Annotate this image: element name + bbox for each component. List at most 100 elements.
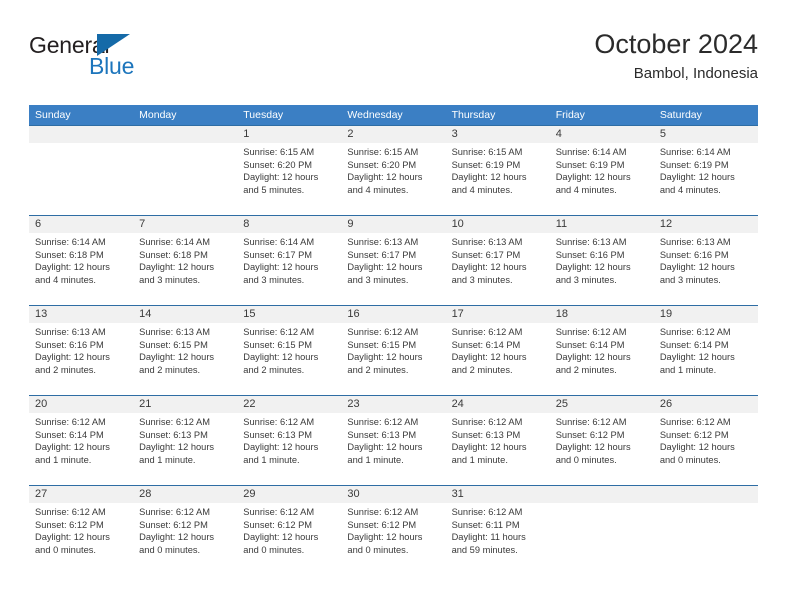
day-number-band: 21: [133, 396, 238, 413]
day-cell[interactable]: 6 Sunrise: 6:14 AM Sunset: 6:18 PM Daylight…: [29, 215, 134, 305]
day-number: 31: [451, 488, 464, 500]
day-cell[interactable]: 8 Sunrise: 6:14 AM Sunset: 6:17 PM Daylight…: [237, 215, 342, 305]
day-cell[interactable]: 27 Sunrise: 6:12 AM Sunset: 6:12 PM Dayligh…: [29, 485, 134, 575]
daylight-text-line2: and 4 minutes.: [555, 184, 617, 195]
day-cell[interactable]: 26 Sunrise: 6:12 AM Sunset: 6:12 PM Dayligh…: [653, 395, 758, 485]
day-cell[interactable]: 30 Sunrise: 6:12 AM Sunset: 6:12 PM Dayligh…: [341, 485, 446, 575]
calendar-week-row: 20 Sunrise: 6:12 AM Sunset: 6:14 PM Dayligh…: [29, 395, 758, 485]
day-cell[interactable]: 11 Sunrise: 6:13 AM Sunset: 6:16 PM Dayligh…: [549, 215, 654, 305]
daylight-text-line1: Daylight: 12 hours: [347, 532, 423, 543]
day-cell[interactable]: 21 Sunrise: 6:12 AM Sunset: 6:13 PM Dayligh…: [133, 395, 238, 485]
day-number: 27: [35, 488, 48, 500]
day-cell[interactable]: 25 Sunrise: 6:12 AM Sunset: 6:12 PM Dayligh…: [549, 395, 654, 485]
day-number-band: 2: [341, 126, 446, 143]
daylight-text-line1: Daylight: 11 hours: [451, 532, 526, 543]
sunset-text: Sunset: 6:14 PM: [659, 339, 729, 350]
sunrise-text: Sunrise: 6:14 AM: [35, 237, 106, 247]
day-number: 26: [659, 398, 673, 410]
page-subtitle: Bambol, Indonesia: [633, 65, 758, 82]
day-number-band: 23: [341, 396, 446, 413]
sunrise-text: Sunrise: 6:12 AM: [347, 327, 419, 337]
day-cell[interactable]: 9 Sunrise: 6:13 AM Sunset: 6:17 PM Daylight…: [341, 215, 446, 305]
day-cell[interactable]: 12 Sunrise: 6:13 AM Sunset: 6:16 PM Dayligh…: [653, 215, 758, 305]
day-cell[interactable]: 18 Sunrise: 6:12 AM Sunset: 6:14 PM Dayligh…: [549, 305, 654, 395]
day-number: 9: [347, 218, 354, 230]
day-number: 5: [659, 128, 666, 140]
day-cell[interactable]: 10 Sunrise: 6:13 AM Sunset: 6:17 PM Dayligh…: [445, 215, 550, 305]
day-cell[interactable]: 31 Sunrise: 6:12 AM Sunset: 6:11 PM Dayligh…: [445, 485, 550, 575]
day-number: 12: [659, 218, 673, 230]
daylight-text-line2: and 3 minutes.: [659, 274, 721, 285]
day-number-band: 30: [341, 486, 446, 503]
day-cell[interactable]: 24 Sunrise: 6:12 AM Sunset: 6:13 PM Dayligh…: [445, 395, 550, 485]
day-number: 16: [347, 308, 360, 320]
sunrise-text: Sunrise: 6:12 AM: [555, 417, 627, 427]
day-number: 10: [451, 218, 464, 230]
day-number: 14: [139, 308, 152, 320]
day-cell[interactable]: 1 Sunrise: 6:15 AM Sunset: 6:20 PM Daylight…: [237, 125, 342, 215]
sunrise-text: Sunrise: 6:15 AM: [243, 147, 315, 157]
day-number: 13: [35, 308, 48, 320]
day-cell[interactable]: 20 Sunrise: 6:12 AM Sunset: 6:14 PM Dayligh…: [29, 395, 134, 485]
day-cell[interactable]: 28 Sunrise: 6:12 AM Sunset: 6:12 PM Dayligh…: [133, 485, 238, 575]
calendar-week-row: 1 Sunrise: 6:15 AM Sunset: 6:20 PM Daylight…: [29, 125, 758, 215]
day-cell[interactable]: 29 Sunrise: 6:12 AM Sunset: 6:12 PM Dayligh…: [237, 485, 342, 575]
calendar-week-row: 13 Sunrise: 6:13 AM Sunset: 6:16 PM Dayligh…: [29, 305, 758, 395]
day-number: 25: [555, 398, 568, 410]
calendar-week-row: 6 Sunrise: 6:14 AM Sunset: 6:18 PM Daylight…: [29, 215, 758, 305]
sunset-text: Sunset: 6:13 PM: [451, 429, 521, 440]
day-number-band: 19: [653, 306, 758, 323]
daylight-text-line1: Daylight: 12 hours: [243, 262, 319, 273]
sunset-text: Sunset: 6:14 PM: [555, 339, 625, 350]
sunset-text: Sunset: 6:12 PM: [243, 519, 313, 530]
daylight-text-line2: and 3 minutes.: [555, 274, 617, 285]
sunrise-text: Sunrise: 6:15 AM: [347, 147, 419, 157]
daylight-text-line2: and 4 minutes.: [451, 184, 513, 195]
sunset-text: Sunset: 6:17 PM: [347, 249, 417, 260]
day-cell[interactable]: 15 Sunrise: 6:12 AM Sunset: 6:15 PM Dayligh…: [237, 305, 342, 395]
day-number-band: 9: [341, 216, 446, 233]
weekday-header-saturday: Saturday: [659, 109, 702, 121]
day-cell[interactable]: 3 Sunrise: 6:15 AM Sunset: 6:19 PM Daylight…: [445, 125, 550, 215]
day-cell[interactable]: 17 Sunrise: 6:12 AM Sunset: 6:14 PM Dayligh…: [445, 305, 550, 395]
day-cell[interactable]: 5 Sunrise: 6:14 AM Sunset: 6:19 PM Daylight…: [653, 125, 758, 215]
sunrise-text: Sunrise: 6:14 AM: [659, 147, 731, 157]
daylight-text-line1: Daylight: 12 hours: [659, 172, 735, 183]
day-number: 17: [451, 308, 464, 320]
daylight-text-line2: and 1 minute.: [35, 454, 92, 465]
day-details: Sunrise: 6:14 AM Sunset: 6:17 PM Daylight:…: [237, 233, 341, 286]
day-cell[interactable]: 13 Sunrise: 6:13 AM Sunset: 6:16 PM Dayligh…: [29, 305, 134, 395]
day-cell[interactable]: 14 Sunrise: 6:13 AM Sunset: 6:15 PM Dayligh…: [133, 305, 238, 395]
day-details: Sunrise: 6:12 AM Sunset: 6:12 PM Daylight:…: [341, 503, 445, 556]
daylight-text-line1: Daylight: 12 hours: [659, 442, 735, 453]
sunrise-text: Sunrise: 6:12 AM: [659, 417, 731, 427]
weekday-header-row: Sunday Monday Tuesday Wednesday Thursday…: [29, 105, 758, 125]
day-cell[interactable]: 16 Sunrise: 6:12 AM Sunset: 6:15 PM Dayligh…: [341, 305, 446, 395]
general-blue-logo[interactable]: General Blue: [29, 32, 229, 88]
weekday-header-friday: Friday: [555, 109, 585, 121]
daylight-text-line2: and 2 minutes.: [35, 364, 96, 375]
sunset-text: Sunset: 6:19 PM: [555, 159, 625, 170]
day-number: 11: [555, 218, 568, 230]
day-cell[interactable]: 2 Sunrise: 6:15 AM Sunset: 6:20 PM Daylight…: [341, 125, 446, 215]
day-cell[interactable]: 23 Sunrise: 6:12 AM Sunset: 6:13 PM Dayligh…: [341, 395, 446, 485]
sunset-text: Sunset: 6:13 PM: [347, 429, 417, 440]
day-details: Sunrise: 6:12 AM Sunset: 6:14 PM Daylight:…: [550, 323, 654, 376]
day-number: 2: [347, 128, 354, 140]
day-cell[interactable]: 19 Sunrise: 6:12 AM Sunset: 6:14 PM Dayligh…: [653, 305, 758, 395]
daylight-text-line2: and 0 minutes.: [555, 454, 617, 465]
day-cell[interactable]: 4 Sunrise: 6:14 AM Sunset: 6:19 PM Daylight…: [549, 125, 654, 215]
sunset-text: Sunset: 6:13 PM: [243, 429, 313, 440]
sunset-text: Sunset: 6:12 PM: [555, 429, 625, 440]
day-number-band: [29, 126, 134, 143]
day-number-band: 25: [549, 396, 654, 413]
sunrise-text: Sunrise: 6:12 AM: [347, 507, 419, 517]
day-details: Sunrise: 6:13 AM Sunset: 6:17 PM Daylight:…: [446, 233, 550, 286]
day-cell[interactable]: 22 Sunrise: 6:12 AM Sunset: 6:13 PM Dayligh…: [237, 395, 342, 485]
sunrise-text: Sunrise: 6:14 AM: [139, 237, 210, 247]
sunrise-text: Sunrise: 6:12 AM: [139, 507, 210, 517]
day-number-band: [549, 486, 654, 503]
sunset-text: Sunset: 6:12 PM: [347, 519, 417, 530]
day-cell[interactable]: 7 Sunrise: 6:14 AM Sunset: 6:18 PM Daylight…: [133, 215, 238, 305]
sunset-text: Sunset: 6:17 PM: [243, 249, 313, 260]
